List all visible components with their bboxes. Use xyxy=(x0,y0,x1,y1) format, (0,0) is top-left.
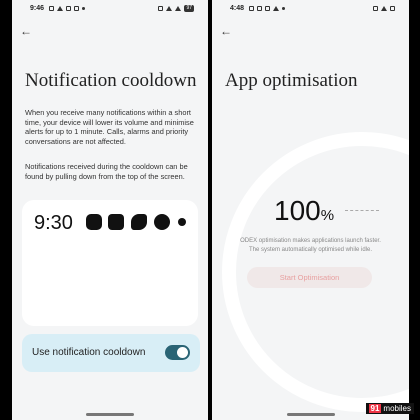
signal-icon xyxy=(175,5,182,11)
wifi-icon xyxy=(381,5,387,11)
preview-clock: 9:30 xyxy=(34,212,73,234)
app-shape-icon xyxy=(86,214,102,230)
app-shape-icon xyxy=(131,214,147,230)
more-dot-icon xyxy=(82,6,86,10)
toggle-label: Use notification cooldown xyxy=(32,347,146,358)
chat-icon xyxy=(257,5,263,11)
optimisation-description: ODEX optimisation makes applications lau… xyxy=(240,238,381,244)
status-notification-icons xyxy=(249,5,286,11)
status-notification-icons xyxy=(49,5,86,11)
description-paragraph-2: Notifications received during the cooldo… xyxy=(25,162,188,181)
app-shape-icon xyxy=(154,214,170,230)
left-phone-screen: 9:46 97 ← Notification cooldown When you… xyxy=(12,0,208,420)
home-indicator xyxy=(286,413,335,416)
cooldown-switch[interactable] xyxy=(165,345,190,360)
app-dot-icon xyxy=(178,218,186,226)
instagram-icon xyxy=(66,5,72,11)
optimisation-description-2: The system automatically optimised while… xyxy=(248,247,373,253)
battery-icon: 97 xyxy=(184,4,194,12)
send-icon xyxy=(57,5,64,11)
page-title: Notification cooldown xyxy=(25,70,197,91)
vibrate-icon xyxy=(373,5,378,11)
notification-icon xyxy=(249,5,255,11)
vibrate-icon xyxy=(158,5,164,11)
back-arrow-icon[interactable]: ← xyxy=(20,25,32,37)
status-bar: 9:46 97 xyxy=(30,3,194,13)
status-time: 4:48 xyxy=(230,4,245,12)
watermark-logo: 91 mobiles xyxy=(365,403,414,414)
gallery-icon xyxy=(74,5,80,11)
battery-icon xyxy=(390,5,395,11)
percent-value: 100 xyxy=(274,195,321,226)
more-dot-icon xyxy=(282,6,286,10)
app-shape-icon xyxy=(108,214,124,230)
cooldown-toggle-row[interactable]: Use notification cooldown xyxy=(22,334,200,372)
right-phone-screen: 4:48 ← App optimisation 100% ODEX optimi… xyxy=(212,0,409,420)
status-time: 9:46 xyxy=(30,4,45,12)
watermark-text: mobiles xyxy=(383,404,411,413)
switch-knob xyxy=(177,347,188,358)
notification-icon xyxy=(49,5,55,11)
watermark-number: 91 xyxy=(368,404,382,413)
back-arrow-icon[interactable]: ← xyxy=(220,25,232,37)
send-icon xyxy=(273,5,280,11)
status-bar: 4:48 xyxy=(230,3,395,13)
progress-dash xyxy=(345,210,379,211)
page-title: App optimisation xyxy=(225,70,358,91)
percent-sign: % xyxy=(320,207,335,224)
preview-card: 9:30 xyxy=(22,200,198,326)
wifi-icon xyxy=(166,5,173,11)
message-icon xyxy=(265,5,271,11)
description-paragraph: When you receive many notifications with… xyxy=(25,108,194,146)
home-indicator xyxy=(86,413,134,416)
start-optimisation-button[interactable]: Start Optimisation xyxy=(247,267,372,288)
optimisation-percent: 100% xyxy=(274,195,334,227)
